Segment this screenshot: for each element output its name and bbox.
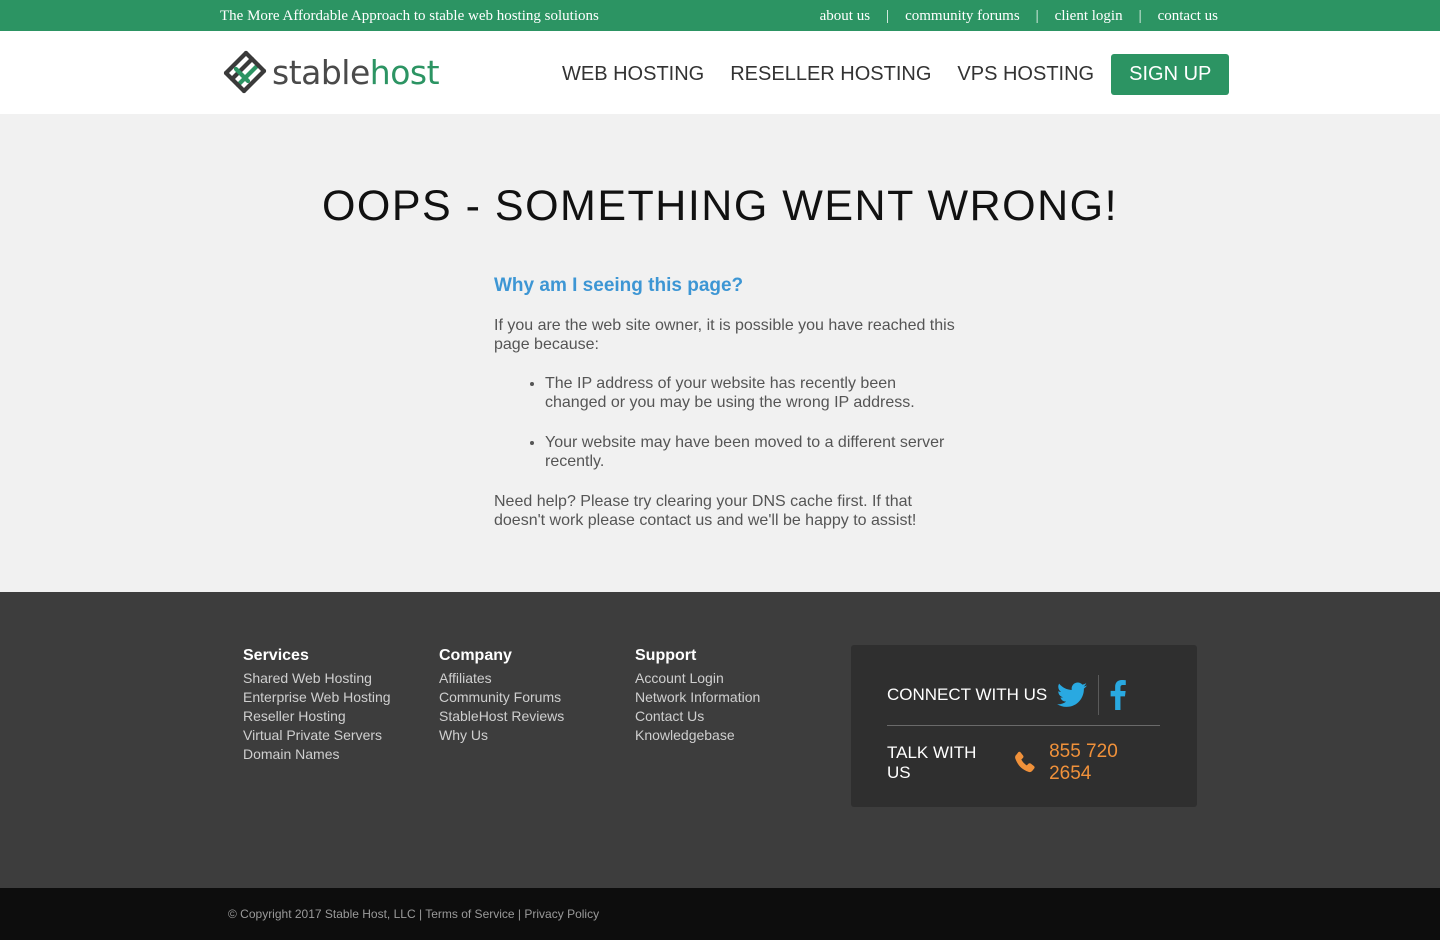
footer-link[interactable]: Shared Web Hosting	[243, 669, 391, 688]
separator: |	[886, 8, 890, 24]
footer-link[interactable]: Community Forums	[439, 688, 564, 707]
footer-link[interactable]: Contact Us	[635, 707, 760, 726]
footer-link[interactable]: Affiliates	[439, 669, 564, 688]
top-link-contact-us[interactable]: contact us	[1158, 8, 1218, 25]
logo-mark-icon	[223, 50, 267, 94]
footer-link[interactable]: Virtual Private Servers	[243, 726, 391, 745]
privacy-link[interactable]: Privacy Policy	[524, 907, 599, 921]
help-text: Need help? Please try clearing your DNS …	[494, 492, 917, 530]
list-item: The IP address of your website has recen…	[545, 374, 950, 413]
phone-icon	[1015, 751, 1035, 773]
site-header: stablehost WEB HOSTING RESELLER HOSTING …	[0, 31, 1440, 114]
twitter-icon	[1057, 682, 1088, 707]
footer-heading: Services	[243, 647, 309, 664]
reasons-list: The IP address of your website has recen…	[545, 374, 960, 472]
connect-label: CONNECT WITH US	[887, 685, 1048, 704]
footer-link[interactable]: Network Information	[635, 688, 760, 707]
footer-link[interactable]: Why Us	[439, 726, 564, 745]
separator: |	[1138, 8, 1142, 24]
site-footer: Services Shared Web Hosting Enterprise W…	[0, 592, 1440, 888]
nav-vps-hosting[interactable]: VPS HOSTING	[957, 63, 1094, 86]
footer-link[interactable]: Account Login	[635, 669, 760, 688]
footer-heading: Company	[439, 647, 512, 664]
section-heading: Why am I seeing this page?	[494, 275, 744, 296]
logo-text-host: host	[369, 52, 440, 92]
error-explanation: Why am I seeing this page? If you are th…	[494, 276, 960, 550]
connect-row: CONNECT WITH US	[887, 675, 1160, 726]
phone-number[interactable]: 855 720 2654	[1049, 741, 1160, 785]
talk-label: TALK WITH US	[887, 743, 977, 782]
facebook-icon	[1110, 680, 1127, 710]
page-title: OOPS - SOMETHING WENT WRONG!	[321, 182, 1119, 230]
top-bar: The More Affordable Approach to stable w…	[0, 0, 1440, 31]
top-link-community-forums[interactable]: community forums	[905, 8, 1020, 25]
footer-column-services: Services Shared Web Hosting Enterprise W…	[243, 647, 391, 764]
top-link-about-us[interactable]: about us	[820, 8, 870, 25]
intro-text: If you are the web site owner, it is pos…	[494, 316, 955, 354]
copyright-text: © Copyright 2017 Stable Host, LLC	[228, 907, 416, 921]
footer-column-support: Support Account Login Network Informatio…	[635, 647, 760, 745]
twitter-link[interactable]	[1047, 682, 1088, 708]
connect-box: CONNECT WITH US TALK WITH US 855 720 265…	[851, 645, 1197, 807]
terms-link[interactable]: Terms of Service	[425, 907, 514, 921]
main-nav: WEB HOSTING RESELLER HOSTING VPS HOSTING…	[549, 54, 1230, 95]
top-link-client-login[interactable]: client login	[1055, 8, 1123, 25]
logo-wordmark: stablehost	[272, 52, 440, 92]
separator: |	[418, 907, 423, 921]
logo-text-stable: stable	[272, 52, 370, 92]
nav-web-hosting[interactable]: WEB HOSTING	[562, 63, 704, 86]
footer-link[interactable]: Knowledgebase	[635, 726, 760, 745]
nav-reseller-hosting[interactable]: RESELLER HOSTING	[730, 63, 931, 86]
main-content: OOPS - SOMETHING WENT WRONG! Why am I se…	[0, 114, 1440, 592]
top-links: about us | community forums | client log…	[820, 8, 1218, 25]
footer-link[interactable]: StableHost Reviews	[439, 707, 564, 726]
tagline: The More Affordable Approach to stable w…	[220, 8, 599, 24]
logo[interactable]: stablehost	[222, 49, 440, 95]
list-item: Your website may have been moved to a di…	[545, 433, 950, 472]
bottom-bar: © Copyright 2017 Stable Host, LLC | Term…	[0, 888, 1440, 940]
footer-link[interactable]: Reseller Hosting	[243, 707, 391, 726]
footer-heading: Support	[635, 647, 697, 664]
footer-link[interactable]: Domain Names	[243, 745, 391, 764]
separator: |	[1035, 8, 1039, 24]
signup-button[interactable]: SIGN UP	[1111, 54, 1230, 95]
footer-column-company: Company Affiliates Community Forums Stab…	[439, 647, 564, 745]
copyright-line: © Copyright 2017 Stable Host, LLC | Term…	[228, 907, 599, 921]
facebook-link[interactable]	[1099, 680, 1127, 710]
footer-link[interactable]: Enterprise Web Hosting	[243, 688, 391, 707]
separator: |	[517, 907, 522, 921]
talk-row: TALK WITH US 855 720 2654	[887, 741, 1160, 785]
